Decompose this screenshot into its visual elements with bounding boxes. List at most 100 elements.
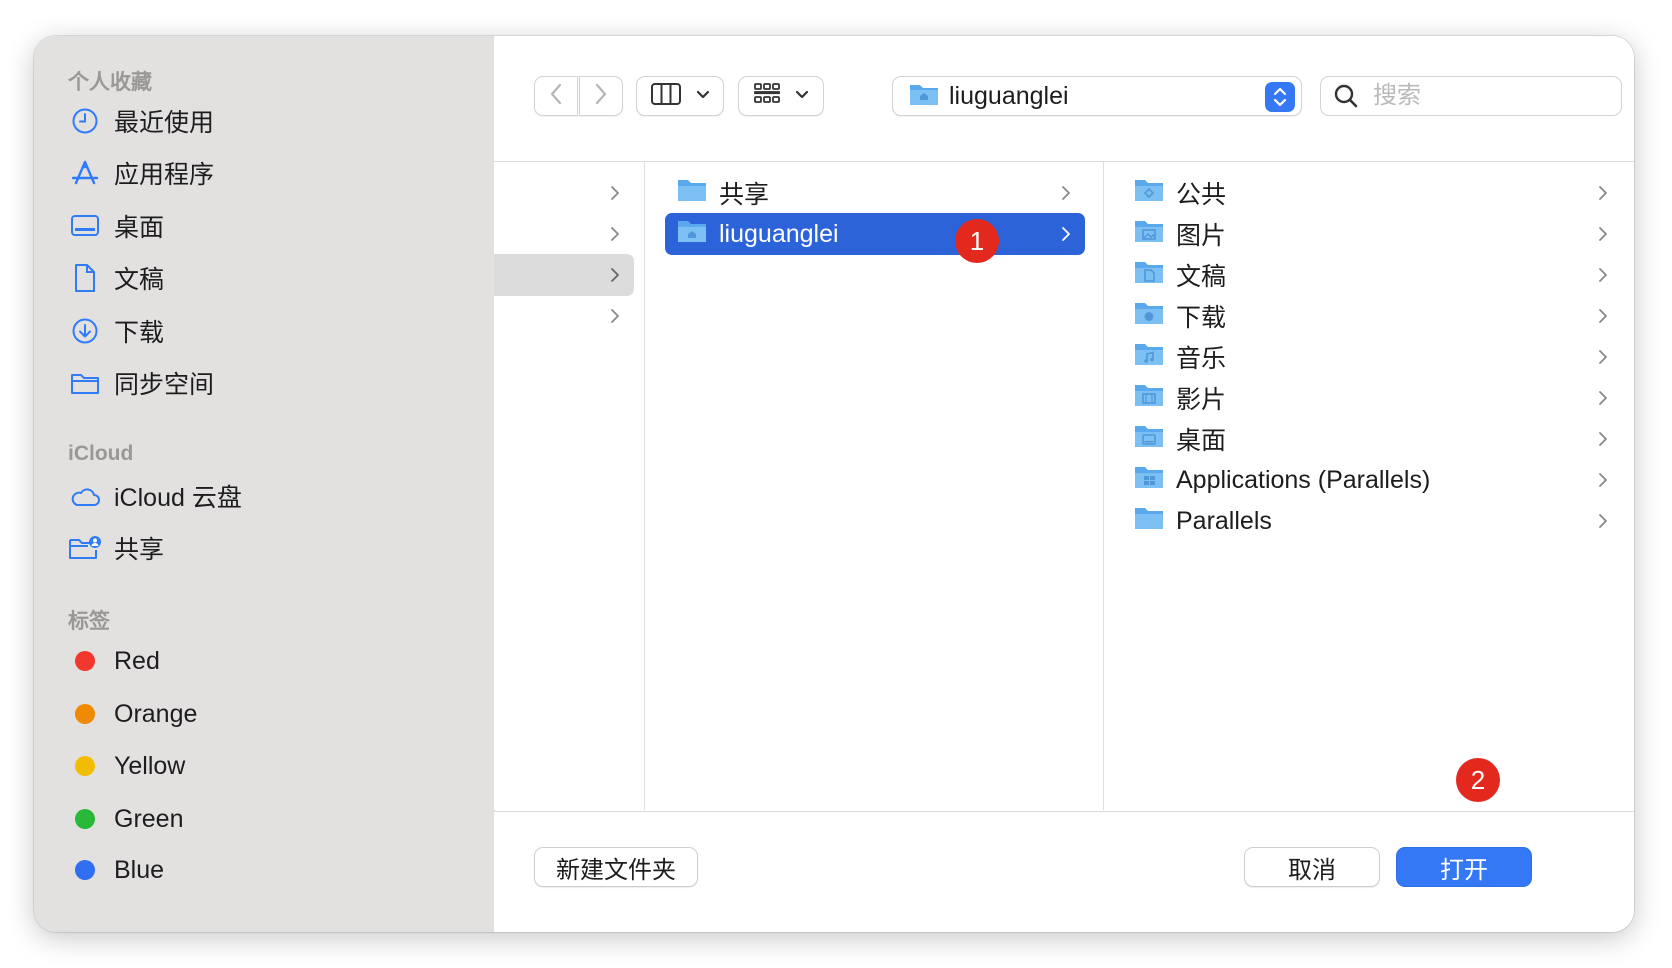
sidebar-tag-orange[interactable]: Orange bbox=[68, 692, 197, 736]
stepper-icon bbox=[1265, 82, 1295, 112]
document-icon bbox=[68, 262, 102, 294]
chevron-left-icon bbox=[549, 82, 563, 111]
back-button[interactable] bbox=[534, 76, 578, 116]
folder-row-downloads[interactable]: 下载 bbox=[1122, 295, 1622, 337]
folder-row-parallels[interactable]: Parallels bbox=[1122, 500, 1622, 542]
folder-row-music[interactable]: 音乐 bbox=[1122, 336, 1622, 378]
chevron-right-icon bbox=[1598, 213, 1608, 255]
search-field[interactable] bbox=[1320, 76, 1622, 116]
pictures-folder-icon bbox=[1134, 218, 1164, 251]
chevron-down-icon bbox=[795, 87, 809, 105]
sidebar-item-label: Green bbox=[114, 804, 184, 833]
column-3: 公共 图片 文稿 下载 音乐 影片 桌面 Applications (Paral… bbox=[1104, 162, 1634, 810]
apps-folder-icon bbox=[1134, 464, 1164, 497]
list-item[interactable] bbox=[494, 295, 634, 337]
favorites-section-title: 个人收藏 bbox=[68, 71, 152, 94]
folder-name: 桌面 bbox=[1176, 427, 1227, 455]
sidebar-item-shared[interactable]: 共享 bbox=[68, 526, 164, 570]
desktop-folder-icon bbox=[1134, 423, 1164, 456]
chevron-right-icon bbox=[1598, 254, 1608, 296]
group-by-button[interactable] bbox=[738, 76, 824, 116]
folder-row-applications-parallels[interactable]: Applications (Parallels) bbox=[1122, 459, 1622, 501]
download-icon bbox=[68, 315, 102, 347]
columns-view-icon bbox=[650, 82, 682, 111]
sidebar-item-label: Red bbox=[114, 646, 160, 675]
chevron-right-icon bbox=[1061, 172, 1071, 214]
sidebar-item-applications[interactable]: 应用程序 bbox=[68, 151, 214, 195]
cloud-icon bbox=[68, 480, 102, 512]
clock-icon bbox=[68, 105, 102, 137]
sidebar-tag-yellow[interactable]: Yellow bbox=[68, 744, 185, 788]
icloud-section-title: iCloud bbox=[68, 442, 134, 465]
folder-row-movies[interactable]: 影片 bbox=[1122, 377, 1622, 419]
sidebar: 个人收藏 最近使用 应用程序 桌面 文稿 下载 同步空间 iCloud iClo… bbox=[34, 36, 495, 932]
folder-name: 文稿 bbox=[1176, 263, 1227, 291]
downloads-folder-icon bbox=[1134, 300, 1164, 333]
forward-button[interactable] bbox=[579, 76, 623, 116]
chevron-right-icon bbox=[610, 172, 620, 214]
sidebar-item-label: iCloud 云盘 bbox=[114, 484, 242, 512]
chevron-right-icon bbox=[594, 82, 608, 111]
sidebar-item-label: 应用程序 bbox=[114, 161, 215, 189]
sidebar-item-desktop[interactable]: 桌面 bbox=[68, 204, 164, 248]
sidebar-item-documents[interactable]: 文稿 bbox=[68, 256, 164, 300]
folder-row-liuguanglei[interactable]: liuguanglei bbox=[665, 213, 1085, 255]
music-folder-icon bbox=[1134, 341, 1164, 374]
folder-name: 共享 bbox=[719, 181, 770, 209]
sidebar-item-downloads[interactable]: 下载 bbox=[68, 309, 164, 353]
open-file-dialog: 个人收藏 最近使用 应用程序 桌面 文稿 下载 同步空间 iCloud iClo… bbox=[34, 36, 1634, 932]
folder-row-shared[interactable]: 共享 bbox=[665, 172, 1085, 214]
cancel-button[interactable]: 取消 bbox=[1244, 847, 1380, 887]
new-folder-button[interactable]: 新建文件夹 bbox=[534, 847, 698, 887]
view-mode-button[interactable] bbox=[636, 76, 724, 116]
folder-name: Applications (Parallels) bbox=[1176, 465, 1431, 494]
folder-row-pictures[interactable]: 图片 bbox=[1122, 213, 1622, 255]
list-item-highlighted[interactable] bbox=[494, 254, 634, 296]
sidebar-tag-blue[interactable]: Blue bbox=[68, 848, 164, 892]
sidebar-item-label: 下载 bbox=[114, 319, 165, 347]
search-icon bbox=[1333, 83, 1359, 109]
sidebar-item-label: 最近使用 bbox=[114, 109, 215, 137]
folder-row-public[interactable]: 公共 bbox=[1122, 172, 1622, 214]
tag-color-dot bbox=[75, 860, 95, 880]
folder-name: 公共 bbox=[1176, 181, 1227, 209]
chevron-right-icon bbox=[1598, 377, 1608, 419]
desktop-icon bbox=[68, 210, 102, 242]
tags-section-title: 标签 bbox=[68, 610, 110, 633]
list-item[interactable] bbox=[494, 213, 634, 255]
column-2: 共享 liuguanglei bbox=[645, 162, 1104, 810]
column-1 bbox=[494, 162, 645, 810]
folder-name: 影片 bbox=[1176, 386, 1227, 414]
tag-color-dot bbox=[75, 704, 95, 724]
chevron-right-icon bbox=[1598, 418, 1608, 460]
sidebar-item-label: Orange bbox=[114, 699, 198, 728]
sidebar-item-label: 同步空间 bbox=[114, 371, 215, 399]
sidebar-item-label: 共享 bbox=[114, 536, 165, 564]
chevron-right-icon bbox=[1598, 336, 1608, 378]
sidebar-tag-green[interactable]: Green bbox=[68, 797, 183, 841]
folder-row-documents[interactable]: 文稿 bbox=[1122, 254, 1622, 296]
sidebar-tag-red[interactable]: Red bbox=[68, 639, 160, 683]
sidebar-item-label: Blue bbox=[114, 855, 165, 884]
dialog-footer: 新建文件夹 取消 打开 bbox=[494, 811, 1634, 932]
sidebar-item-recents[interactable]: 最近使用 bbox=[68, 99, 214, 143]
sidebar-item-sync-space[interactable]: 同步空间 bbox=[68, 361, 214, 405]
path-popup-label: liuguanglei bbox=[949, 81, 1069, 110]
folder-row-desktop[interactable]: 桌面 bbox=[1122, 418, 1622, 460]
folder-icon bbox=[677, 177, 707, 210]
chevron-right-icon bbox=[610, 254, 620, 296]
list-item[interactable] bbox=[494, 172, 634, 214]
folder-name: 下载 bbox=[1176, 304, 1227, 332]
tag-color-dot bbox=[75, 756, 95, 776]
tag-color-dot bbox=[75, 809, 95, 829]
sidebar-item-label: 文稿 bbox=[114, 266, 165, 294]
search-input[interactable] bbox=[1371, 81, 1595, 111]
apps-icon bbox=[68, 157, 102, 189]
path-popup[interactable]: liuguanglei bbox=[892, 76, 1302, 116]
public-folder-icon bbox=[1134, 177, 1164, 210]
folder-name: 图片 bbox=[1176, 222, 1227, 250]
sidebar-item-icloud-drive[interactable]: iCloud 云盘 bbox=[68, 474, 242, 518]
folder-name: liuguanglei bbox=[719, 219, 839, 248]
open-button[interactable]: 打开 bbox=[1396, 847, 1532, 887]
folder-icon bbox=[1134, 505, 1164, 538]
